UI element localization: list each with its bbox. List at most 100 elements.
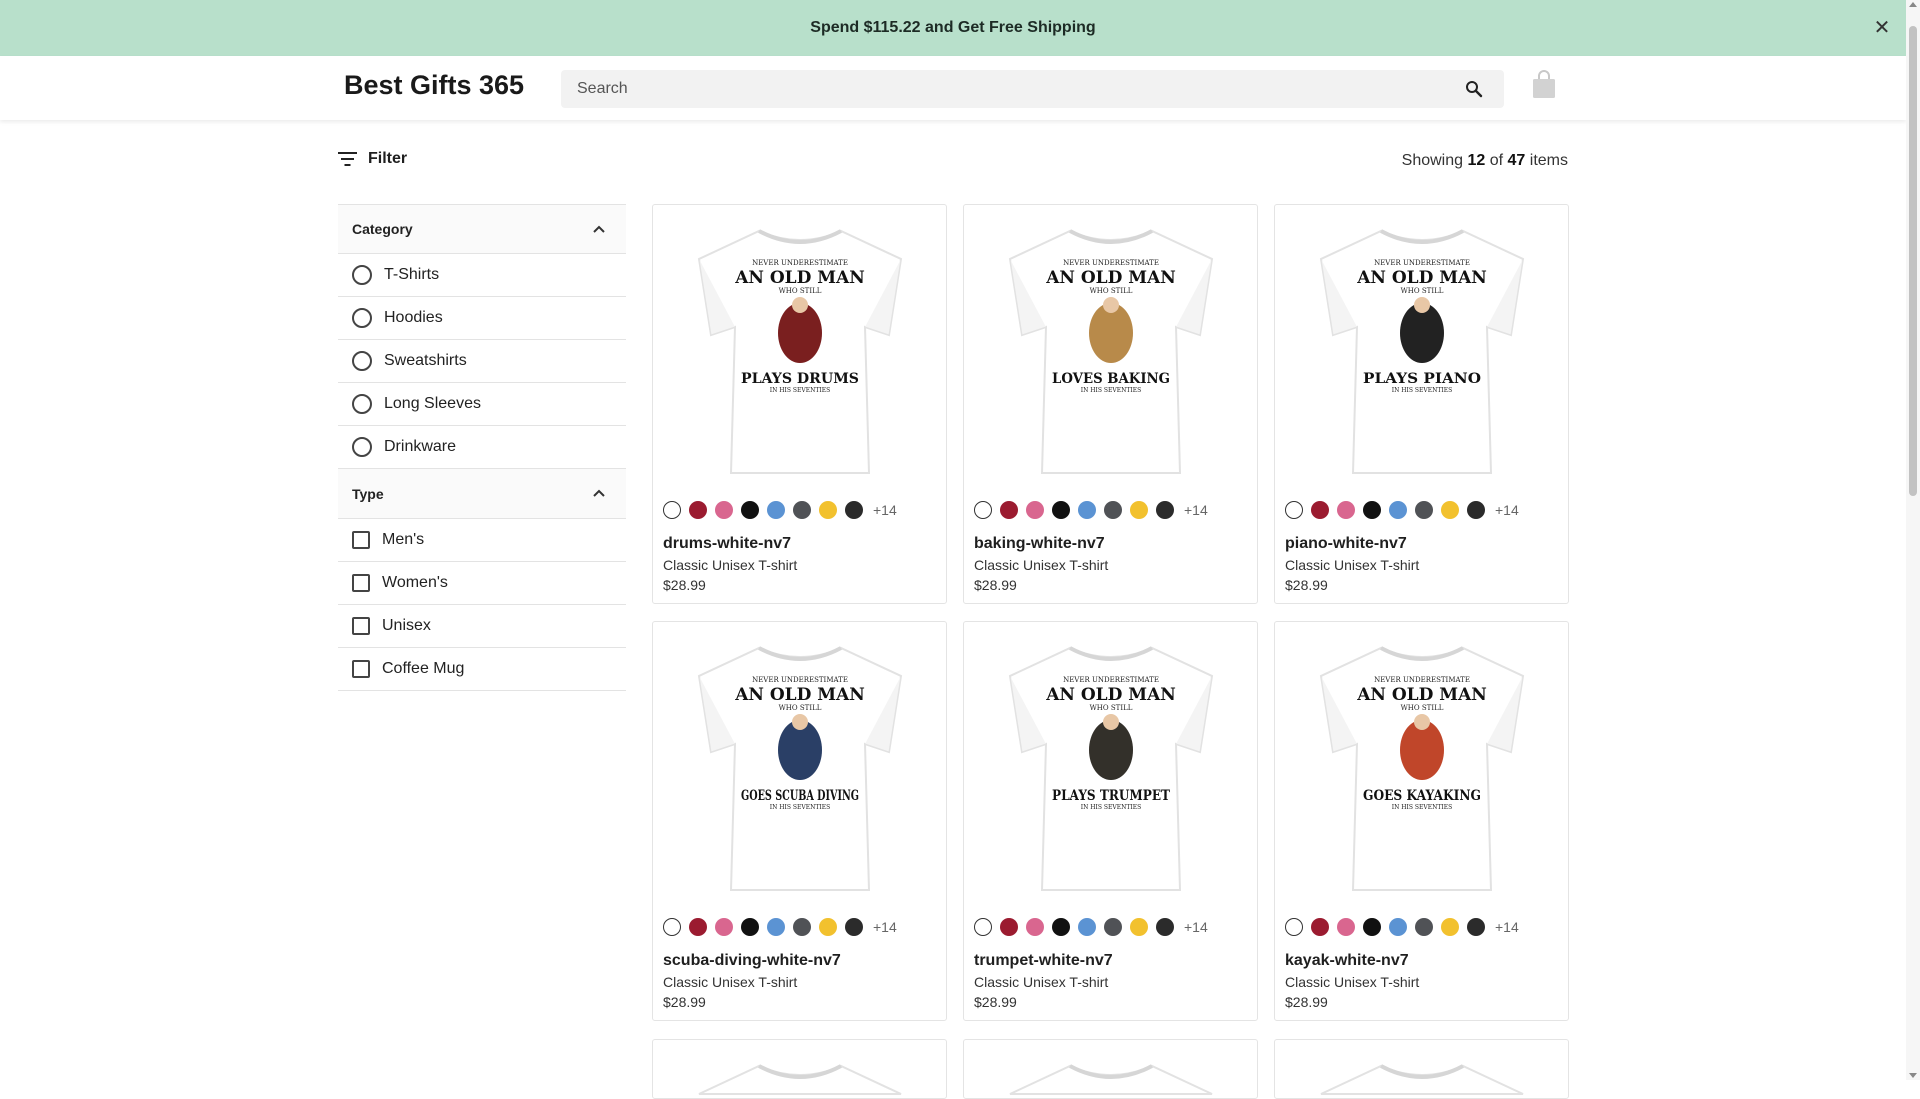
tshirt-product-image[interactable]: NEVER UNDERESTIMATEAN OLD MANWHO STILL GO…: [689, 640, 911, 894]
color-swatch[interactable]: [845, 501, 863, 519]
color-swatch[interactable]: [1000, 501, 1018, 519]
tshirt-product-image[interactable]: NEVER UNDERESTIMATEAN OLD MANWHO STILL PL…: [1000, 640, 1222, 894]
product-card[interactable]: NEVER UNDERESTIMATE AN OLD MAN WHO STILL GO…: [1274, 621, 1569, 1021]
color-swatch[interactable]: [1285, 501, 1303, 519]
product-card[interactable]: NEVER UNDERESTIMATE AN OLD MAN WHO STILL PL…: [652, 204, 947, 604]
color-swatch[interactable]: [1052, 918, 1070, 936]
scrollbar-thumb[interactable]: [1909, 26, 1917, 496]
checkbox[interactable]: [352, 617, 370, 635]
color-swatch[interactable]: [1337, 501, 1355, 519]
color-swatch[interactable]: [741, 918, 759, 936]
product-card[interactable]: [963, 1039, 1258, 1099]
color-swatch[interactable]: [1104, 501, 1122, 519]
checkbox[interactable]: [352, 531, 370, 549]
color-swatch[interactable]: [819, 501, 837, 519]
product-title[interactable]: scuba-diving-white-nv7: [663, 952, 841, 970]
shopping-bag-icon[interactable]: [1530, 70, 1558, 100]
checkbox[interactable]: [352, 660, 370, 678]
color-swatch[interactable]: [845, 918, 863, 936]
color-swatch[interactable]: [1026, 918, 1044, 936]
color-swatch[interactable]: [793, 918, 811, 936]
tshirt-product-image[interactable]: NEVER UNDERESTIMATEAN OLD MANWHO STILL PL…: [1311, 223, 1533, 477]
type-option-coffee-mug[interactable]: Coffee Mug: [338, 648, 626, 691]
color-swatch[interactable]: [793, 501, 811, 519]
more-colors-count[interactable]: +14: [1495, 919, 1519, 935]
product-card[interactable]: NEVER UNDERESTIMATE AN OLD MAN WHO STILL LO…: [963, 204, 1258, 604]
product-card[interactable]: NEVER UNDERESTIMATE AN OLD MAN WHO STILL PL…: [963, 621, 1258, 1021]
color-swatch[interactable]: [1311, 918, 1329, 936]
type-option-mens[interactable]: Men's: [338, 519, 626, 562]
scroll-down-arrow-icon[interactable]: [1909, 1073, 1917, 1078]
tshirt-product-image[interactable]: [1311, 1058, 1533, 1098]
color-swatch[interactable]: [1285, 918, 1303, 936]
color-swatch[interactable]: [741, 501, 759, 519]
search-input[interactable]: [577, 70, 1457, 108]
page-scrollbar[interactable]: [1906, 0, 1920, 1080]
more-colors-count[interactable]: +14: [1184, 919, 1208, 935]
filter-button[interactable]: Filter: [338, 150, 407, 168]
more-colors-count[interactable]: +14: [1495, 502, 1519, 518]
color-swatch[interactable]: [689, 918, 707, 936]
color-swatch[interactable]: [663, 501, 681, 519]
color-swatch[interactable]: [1000, 918, 1018, 936]
color-swatch[interactable]: [1156, 918, 1174, 936]
product-card[interactable]: [1274, 1039, 1569, 1099]
more-colors-count[interactable]: +14: [1184, 502, 1208, 518]
tshirt-product-image[interactable]: NEVER UNDERESTIMATEAN OLD MANWHO STILL LO…: [1000, 223, 1222, 477]
product-title[interactable]: drums-white-nv7: [663, 535, 791, 553]
color-swatch[interactable]: [1415, 918, 1433, 936]
color-swatch[interactable]: [715, 918, 733, 936]
tshirt-product-image[interactable]: [689, 1058, 911, 1098]
color-swatch[interactable]: [819, 918, 837, 936]
color-swatch[interactable]: [1311, 501, 1329, 519]
product-title[interactable]: baking-white-nv7: [974, 535, 1105, 553]
more-colors-count[interactable]: +14: [873, 919, 897, 935]
type-option-womens[interactable]: Women's: [338, 562, 626, 605]
radio-button[interactable]: [352, 351, 372, 371]
color-swatch[interactable]: [689, 501, 707, 519]
color-swatch[interactable]: [1389, 501, 1407, 519]
category-option-drinkware[interactable]: Drinkware: [338, 426, 626, 469]
product-card[interactable]: NEVER UNDERESTIMATE AN OLD MAN WHO STILL GO…: [652, 621, 947, 1021]
checkbox[interactable]: [352, 574, 370, 592]
category-option-long-sleeves[interactable]: Long Sleeves: [338, 383, 626, 426]
radio-button[interactable]: [352, 437, 372, 457]
type-section-header[interactable]: Type: [338, 469, 626, 519]
tshirt-product-image[interactable]: NEVER UNDERESTIMATEAN OLD MANWHO STILL PL…: [689, 223, 911, 477]
type-option-unisex[interactable]: Unisex: [338, 605, 626, 648]
color-swatch[interactable]: [767, 918, 785, 936]
tshirt-product-image[interactable]: [1000, 1058, 1222, 1098]
category-option-hoodies[interactable]: Hoodies: [338, 297, 626, 340]
color-swatch[interactable]: [1363, 918, 1381, 936]
color-swatch[interactable]: [1078, 501, 1096, 519]
close-icon[interactable]: ✕: [1870, 16, 1894, 40]
radio-button[interactable]: [352, 308, 372, 328]
color-swatch[interactable]: [974, 501, 992, 519]
category-option-t-shirts[interactable]: T-Shirts: [338, 254, 626, 297]
scroll-up-arrow-icon[interactable]: [1909, 2, 1917, 7]
product-title[interactable]: piano-white-nv7: [1285, 535, 1407, 553]
radio-button[interactable]: [352, 265, 372, 285]
color-swatch[interactable]: [1415, 501, 1433, 519]
color-swatch[interactable]: [1337, 918, 1355, 936]
color-swatch[interactable]: [1026, 501, 1044, 519]
category-option-sweatshirts[interactable]: Sweatshirts: [338, 340, 626, 383]
color-swatch[interactable]: [1130, 501, 1148, 519]
product-title[interactable]: trumpet-white-nv7: [974, 952, 1113, 970]
color-swatch[interactable]: [1052, 501, 1070, 519]
product-title[interactable]: kayak-white-nv7: [1285, 952, 1409, 970]
radio-button[interactable]: [352, 394, 372, 414]
color-swatch[interactable]: [767, 501, 785, 519]
color-swatch[interactable]: [974, 918, 992, 936]
color-swatch[interactable]: [1156, 501, 1174, 519]
color-swatch[interactable]: [1467, 501, 1485, 519]
color-swatch[interactable]: [1441, 918, 1459, 936]
product-card[interactable]: NEVER UNDERESTIMATE AN OLD MAN WHO STILL PL…: [1274, 204, 1569, 604]
store-logo[interactable]: Best Gifts 365: [344, 70, 524, 101]
color-swatch[interactable]: [1441, 501, 1459, 519]
color-swatch[interactable]: [1078, 918, 1096, 936]
color-swatch[interactable]: [1130, 918, 1148, 936]
tshirt-product-image[interactable]: NEVER UNDERESTIMATEAN OLD MANWHO STILL GO…: [1311, 640, 1533, 894]
color-swatch[interactable]: [1389, 918, 1407, 936]
more-colors-count[interactable]: +14: [873, 502, 897, 518]
